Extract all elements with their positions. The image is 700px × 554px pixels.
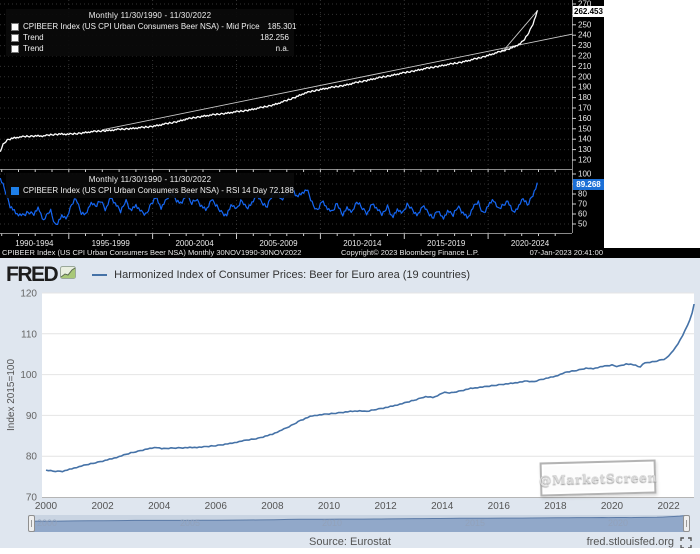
slider-year-label: 2020 [608, 518, 629, 528]
svg-text:240: 240 [578, 31, 592, 40]
slider-year-label: 2000 [37, 518, 58, 528]
bottom-margin [0, 548, 700, 554]
svg-text:90: 90 [26, 411, 38, 422]
svg-text:130: 130 [578, 145, 592, 154]
rsi-legend-title: Monthly 11/30/1990 - 11/30/2022 [88, 175, 212, 184]
footer-copyright: Copyright© 2023 Bloomberg Finance L.P. [341, 248, 479, 257]
rsi-legend: Monthly 11/30/1990 - 11/30/2022 CPIBEER … [6, 173, 294, 198]
legend-value: n.a. [275, 44, 289, 53]
slider-year-label: 2015 [465, 518, 486, 528]
svg-text:2000: 2000 [35, 501, 58, 512]
svg-text:60: 60 [578, 210, 587, 219]
svg-text:2006: 2006 [205, 501, 228, 512]
svg-text:140: 140 [578, 135, 592, 144]
legend-row-rsi: CPIBEER Index (US CPI Urban Consumers Be… [11, 185, 294, 196]
y-axis-title: Index 2015=100 [6, 359, 17, 431]
slider-handle-start[interactable] [28, 515, 35, 532]
bloomberg-terminal-chart: 2702602502402302202102001901801701601501… [0, 0, 700, 258]
legend-label: CPIBEER Index (US CPI Urban Consumers Be… [23, 186, 294, 195]
svg-text:170: 170 [578, 104, 592, 113]
x-tick-labels: 2000 2002 2004 2006 2008 2010 2012 2014 2016 2018… [35, 501, 680, 512]
legend-value: 182.256 [260, 33, 289, 42]
slider-mini-chart [31, 515, 687, 532]
svg-text:80: 80 [578, 190, 587, 199]
legend-value: 185.301 [267, 22, 297, 31]
y-tick-labels: 120110100908070 [20, 289, 37, 504]
svg-text:2000-2004: 2000-2004 [175, 239, 214, 248]
slider-year-label: 2005 [180, 518, 201, 528]
svg-text:180: 180 [578, 93, 592, 102]
terminal-footer: CPIBEER Index (US CPI Urban Consumers Be… [0, 248, 700, 258]
svg-text:100: 100 [578, 170, 592, 179]
footer-range: Monthly 30NOV1990-30NOV2022 [188, 248, 302, 257]
fred-series-legend: Harmonized Index of Consumer Prices: Bee… [92, 269, 470, 281]
fred-logo-chart-icon [60, 266, 77, 284]
svg-text:100: 100 [20, 370, 37, 381]
svg-text:50: 50 [578, 220, 587, 229]
white-swatch-icon [11, 44, 19, 53]
watermark-text: @MarketScreen [538, 468, 658, 488]
fred-series-title: Harmonized Index of Consumer Prices: Bee… [114, 269, 470, 281]
legend-label: CPIBEER Index (US CPI Urban Consumers Be… [23, 22, 260, 31]
legend-row-trend2: Trend n.a. [11, 43, 289, 54]
svg-text:2010: 2010 [318, 501, 341, 512]
svg-text:2020-2024: 2020-2024 [511, 239, 550, 248]
legend-label: Trend [23, 33, 44, 42]
date-range-slider[interactable]: 2000 2005 2010 2015 2020 [28, 515, 690, 532]
svg-text:2008: 2008 [261, 501, 284, 512]
white-swatch-icon [11, 22, 19, 31]
price-legend: Monthly 11/30/1990 - 11/30/2022 CPIBEER … [6, 9, 296, 56]
svg-text:190: 190 [578, 83, 592, 92]
svg-text:2016: 2016 [488, 501, 511, 512]
fred-logo[interactable]: FRED [6, 263, 59, 287]
fred-chart-widget: FRED Harmonized Index of Consumer Prices… [0, 258, 700, 554]
svg-text:1990-1994: 1990-1994 [15, 239, 54, 248]
svg-text:230: 230 [578, 41, 592, 50]
legend-row-midprice: CPIBEER Index (US CPI Urban Consumers Be… [11, 21, 296, 32]
svg-text:80: 80 [26, 452, 38, 463]
svg-text:250: 250 [578, 20, 592, 29]
last-price-badge: 262.453 [573, 6, 604, 17]
svg-text:70: 70 [578, 200, 587, 209]
svg-text:220: 220 [578, 52, 592, 61]
svg-text:2004: 2004 [148, 501, 171, 512]
svg-text:2012: 2012 [374, 501, 397, 512]
svg-text:2005-2009: 2005-2009 [259, 239, 298, 248]
legend-line-swatch-icon [92, 274, 108, 276]
legend-row-trend1: Trend 182.256 [11, 32, 289, 43]
svg-text:2022: 2022 [657, 501, 680, 512]
legend-label: Trend [23, 44, 44, 53]
fred-site-link[interactable]: fred.stlouisfed.org [587, 536, 674, 548]
svg-text:2002: 2002 [91, 501, 114, 512]
svg-text:120: 120 [578, 156, 592, 165]
fred-header: FRED Harmonized Index of Consumer Prices… [6, 263, 470, 287]
svg-text:210: 210 [578, 62, 592, 71]
svg-text:2014: 2014 [431, 501, 454, 512]
svg-text:1995-1999: 1995-1999 [92, 239, 131, 248]
last-rsi-badge: 89.268 [573, 179, 604, 190]
svg-text:110: 110 [21, 329, 37, 340]
svg-text:2010-2014: 2010-2014 [343, 239, 382, 248]
footer-timestamp: 07-Jan-2023 20:41:00 [529, 248, 603, 257]
svg-text:2018: 2018 [544, 501, 567, 512]
svg-text:160: 160 [578, 114, 592, 123]
svg-text:2020: 2020 [601, 501, 624, 512]
svg-text:200: 200 [578, 72, 592, 81]
footer-ticker: CPIBEER Index (US CPI Urban Consumers Be… [2, 248, 186, 257]
price-legend-title: Monthly 11/30/1990 - 11/30/2022 [88, 11, 212, 20]
slider-year-label: 2010 [322, 518, 343, 528]
marketscreen-watermark: @MarketScreen [538, 459, 658, 497]
svg-text:2015-2019: 2015-2019 [427, 239, 466, 248]
blue-swatch-icon [11, 186, 19, 195]
slider-handle-end[interactable] [683, 515, 690, 532]
svg-text:150: 150 [578, 124, 592, 133]
svg-text:120: 120 [20, 289, 37, 300]
white-swatch-icon [11, 33, 19, 42]
